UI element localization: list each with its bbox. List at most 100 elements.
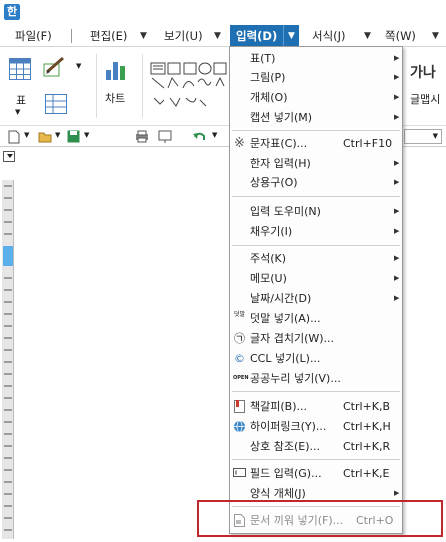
menu-item-shortcut: Ctrl+K,R	[343, 440, 391, 453]
menu-item-shortcut: Ctrl+K,E	[343, 467, 390, 480]
menu-item-label: 공공누리 넣기(V)...	[250, 372, 341, 385]
menu-item-object[interactable]: 개체(O) ▶	[230, 88, 402, 107]
app-logo-icon[interactable]: 한	[4, 4, 20, 20]
highlight-box	[197, 500, 443, 537]
ribbon-separator	[142, 54, 143, 118]
undo-dropdown-arrow[interactable]: ▼	[212, 131, 217, 139]
menu-item-kogl[interactable]: OPEN 공공누리 넣기(V)...	[230, 369, 402, 388]
menu-separator	[232, 196, 400, 197]
menu-format-dropdown-arrow[interactable]: ▼	[364, 25, 371, 47]
ribbon-separator	[96, 54, 97, 118]
menu-page-dropdown-arrow[interactable]: ▼	[432, 25, 439, 47]
menu-format[interactable]: 서식(J)	[312, 25, 346, 47]
edit-table-dropdown-arrow[interactable]: ▼	[76, 62, 81, 70]
menu-item-field-input[interactable]: 필드 입력(G)... Ctrl+K,E	[230, 464, 402, 483]
undo-icon[interactable]	[192, 130, 206, 143]
style-select[interactable]: ▼	[404, 129, 442, 144]
textart-icon[interactable]: 가나	[410, 62, 436, 82]
open-dropdown-arrow[interactable]: ▼	[55, 131, 60, 139]
field-input-icon	[233, 467, 246, 480]
menu-item-label: 입력 도우미(N)	[250, 205, 321, 218]
menu-item-bookmark[interactable]: 책갈피(B)... Ctrl+K,B	[230, 397, 402, 416]
save-icon[interactable]	[67, 130, 80, 143]
menu-separator	[71, 29, 72, 43]
edit-table-icon[interactable]	[43, 56, 67, 80]
menu-item-shortcut: Ctrl+F10	[343, 137, 393, 150]
open-folder-icon[interactable]	[38, 130, 52, 143]
menu-view[interactable]: 보기(U)	[164, 25, 203, 47]
menu-item-memo[interactable]: 메모(U) ▶	[230, 269, 402, 288]
menu-edit[interactable]: 편집(E)	[90, 25, 127, 47]
submenu-arrow-icon: ▶	[394, 227, 400, 235]
menu-item-annotation[interactable]: 주석(K) ▶	[230, 249, 402, 268]
menu-item-overlap-characters[interactable]: ㉠ 글자 겹치기(W)...	[230, 329, 402, 348]
menu-item-table[interactable]: 표(T) ▶	[230, 49, 402, 68]
style-select-arrow: ▼	[432, 132, 438, 140]
menu-item-input-helper[interactable]: 입력 도우미(N) ▶	[230, 202, 402, 221]
menu-item-label: 상호 참조(E)...	[250, 440, 320, 453]
save-dropdown-arrow[interactable]: ▼	[84, 131, 89, 139]
bookmark-icon	[233, 400, 246, 413]
menu-item-shortcut: Ctrl+K,H	[343, 420, 391, 433]
menu-item-cross-reference[interactable]: 상호 참조(E)... Ctrl+K,R	[230, 437, 402, 456]
new-document-dropdown-arrow[interactable]: ▼	[24, 131, 29, 139]
menu-item-caption[interactable]: 캡션 넣기(M) ▶	[230, 108, 402, 127]
submenu-arrow-icon: ▶	[394, 93, 400, 101]
cell-grid-icon[interactable]	[45, 94, 67, 114]
textart-button-label[interactable]: 글맵시	[410, 91, 440, 107]
table-dropdown-arrow[interactable]: ▼	[15, 108, 20, 116]
submenu-arrow-icon: ▶	[394, 178, 400, 186]
menu-separator	[232, 459, 400, 460]
menu-item-hyperlink[interactable]: 하이퍼링크(Y)... Ctrl+K,H	[230, 417, 402, 436]
ccl-icon: ©	[234, 352, 245, 365]
menu-item-label: 메모(U)	[250, 272, 287, 285]
submenu-arrow-icon: ▶	[394, 274, 400, 282]
table-button-label[interactable]: 표	[16, 92, 26, 108]
chart-icon[interactable]	[104, 56, 130, 82]
menu-item-date-time[interactable]: 날짜/시간(D) ▶	[230, 289, 402, 308]
submenu-arrow-icon: ▶	[394, 73, 400, 81]
menu-item-label: 하이퍼링크(Y)...	[250, 420, 327, 433]
menu-page[interactable]: 쪽(W)	[385, 25, 416, 47]
chart-button-label[interactable]: 차트	[105, 90, 125, 106]
menu-file[interactable]: 파일(F)	[15, 25, 52, 47]
menu-item-label: 개체(O)	[250, 91, 288, 104]
submenu-arrow-icon: ▶	[394, 113, 400, 121]
menu-insert-dropdown-arrow[interactable]: ▼	[283, 25, 299, 47]
menu-item-label: 그림(P)	[250, 71, 286, 84]
shapes-gallery[interactable]	[150, 62, 228, 120]
menu-item-ccl[interactable]: © CCL 넣기(L)...	[230, 349, 402, 368]
vertical-ruler[interactable]	[2, 180, 14, 539]
ruby-text-icon: 덧말	[233, 311, 246, 318]
print-preview-icon[interactable]	[158, 130, 172, 143]
print-icon[interactable]	[135, 130, 149, 143]
reference-mark-icon: ※	[234, 136, 245, 151]
ruler-toggle-button[interactable]	[3, 151, 15, 162]
menu-item-label: 캡션 넣기(M)	[250, 111, 313, 124]
submenu-arrow-icon: ▶	[394, 254, 400, 262]
submenu-arrow-icon: ▶	[394, 54, 400, 62]
menu-edit-dropdown-arrow[interactable]: ▼	[140, 25, 147, 47]
menu-item-label: CCL 넣기(L)...	[250, 352, 321, 365]
menu-item-ruby-text[interactable]: 덧말 덧말 넣기(A)...	[230, 309, 402, 328]
menu-item-character-map[interactable]: ※ 문자표(C)... Ctrl+F10	[230, 134, 402, 153]
menu-item-label: 채우기(I)	[250, 225, 293, 238]
menu-item-label: 글자 겹치기(W)...	[250, 332, 335, 345]
menu-insert[interactable]: 입력(D)	[230, 25, 284, 47]
title-bar: 한	[0, 0, 446, 24]
menu-item-hanja-input[interactable]: 한자 입력(H) ▶	[230, 154, 402, 173]
new-document-icon[interactable]	[8, 130, 20, 144]
submenu-arrow-icon: ▶	[394, 159, 400, 167]
menu-separator	[232, 245, 400, 246]
menu-item-autotext[interactable]: 상용구(O) ▶	[230, 173, 402, 192]
overlap-characters-icon: ㉠	[234, 332, 245, 345]
menu-item-fill[interactable]: 채우기(I) ▶	[230, 222, 402, 241]
menu-item-label: 한자 입력(H)	[250, 157, 311, 170]
menu-item-picture[interactable]: 그림(P) ▶	[230, 68, 402, 87]
vertical-ruler-ticks	[3, 185, 13, 531]
menu-item-shortcut: Ctrl+K,B	[343, 400, 391, 413]
menu-view-dropdown-arrow[interactable]: ▼	[214, 25, 221, 47]
table-icon[interactable]	[9, 58, 31, 80]
menu-bar: 파일(F) 편집(E) ▼ 보기(U) ▼ 입력(D) ▼ 서식(J) ▼ 쪽(…	[0, 25, 446, 47]
insert-menu-dropdown: 표(T) ▶ 그림(P) ▶ 개체(O) ▶ 캡션 넣기(M) ▶ ※ 문자표(…	[229, 46, 403, 534]
